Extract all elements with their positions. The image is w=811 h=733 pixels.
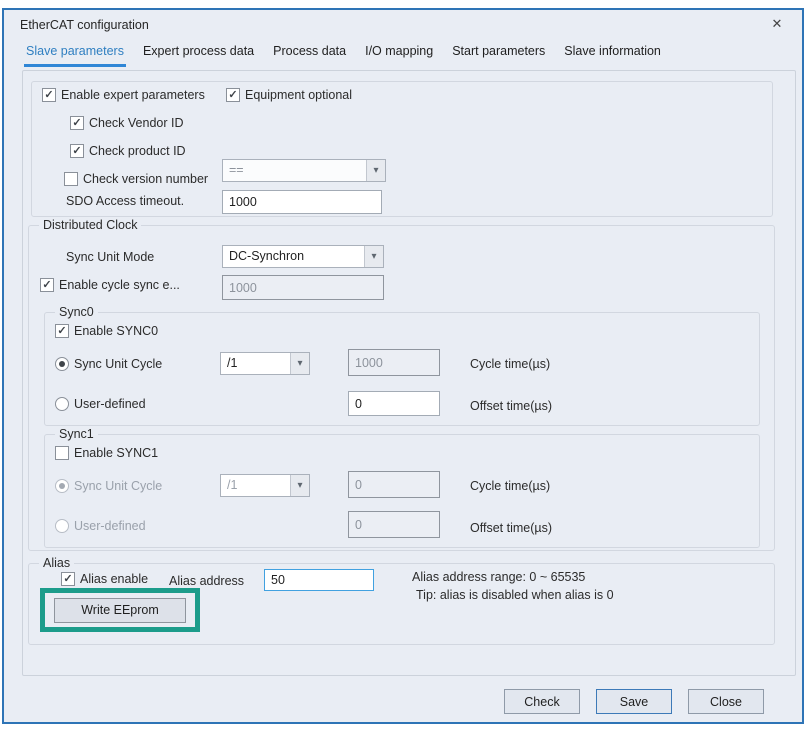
alias-address-input[interactable] [264,569,374,591]
sync1-cycle-time-label: Cycle time(µs) [470,479,550,493]
distributed-clock-group: Distributed Clock Sync Unit Mode DC-Sync… [28,225,775,551]
expert-parameters-group: ✓ Enable expert parameters ✓ Equipment o… [31,81,773,217]
sync1-title: Sync1 [55,427,98,441]
check-vendor-id-checkbox[interactable]: ✓ Check Vendor ID [70,116,184,130]
chevron-down-icon: ▾ [366,160,385,181]
save-button[interactable]: Save [596,689,672,714]
tab-start-parameters[interactable]: Start parameters [450,40,547,64]
alias-range-note: Alias address range: 0 ~ 65535 [412,570,585,584]
checkbox-checked: ✓ [55,324,69,338]
alias-tip-note: Tip: alias is disabled when alias is 0 [416,588,614,602]
enable-sync1-checkbox[interactable]: Enable SYNC1 [55,446,158,460]
check-button[interactable]: Check [504,689,580,714]
chevron-down-icon: ▾ [364,246,383,267]
check-icon: ✓ [228,90,237,101]
enable-cycle-sync-checkbox[interactable]: ✓ Enable cycle sync e... [40,278,180,292]
radio-selected-disabled [55,479,69,493]
check-product-id-checkbox[interactable]: ✓ Check product ID [70,144,186,158]
sync0-cycle-time-input [348,349,440,376]
alias-title: Alias [39,556,74,570]
sync1-divider-dropdown: /1 ▾ [220,474,310,497]
equipment-optional-checkbox[interactable]: ✓ Equipment optional [226,88,352,102]
checkbox-checked: ✓ [70,144,84,158]
title-bar: EtherCAT configuration ✕ [4,10,802,40]
checkbox-checked: ✓ [42,88,56,102]
ethercat-configuration-dialog: EtherCAT configuration ✕ Slave parameter… [2,8,804,724]
sync0-cycle-time-label: Cycle time(µs) [470,357,550,371]
tab-expert-process-data[interactable]: Expert process data [141,40,256,64]
tab-process-data[interactable]: Process data [271,40,348,64]
checkbox-checked: ✓ [61,572,75,586]
sync1-sync-unit-cycle-radio: Sync Unit Cycle [55,479,162,493]
sync1-offset-time-label: Offset time(µs) [470,521,552,535]
sync0-sync-unit-cycle-radio[interactable]: Sync Unit Cycle [55,357,162,371]
sync1-group: Sync1 Enable SYNC1 Sync Unit Cycle /1 ▾ … [44,434,760,548]
radio-unselected-disabled [55,519,69,533]
checkbox-checked: ✓ [70,116,84,130]
sync0-offset-time-input[interactable] [348,391,440,416]
checkbox-checked: ✓ [40,278,54,292]
sync1-user-defined-radio: User-defined [55,519,146,533]
footer-buttons: Check Save Close [504,689,764,714]
enable-sync0-checkbox[interactable]: ✓ Enable SYNC0 [55,324,158,338]
sync0-offset-time-label: Offset time(µs) [470,399,552,413]
sync-unit-mode-dropdown[interactable]: DC-Synchron ▾ [222,245,384,268]
alias-enable-checkbox[interactable]: ✓ Alias enable [61,572,148,586]
tab-io-mapping[interactable]: I/O mapping [363,40,435,64]
tab-slave-information[interactable]: Slave information [562,40,663,64]
sdo-access-timeout-label: SDO Access timeout. [66,194,184,208]
sync0-divider-dropdown[interactable]: /1 ▾ [220,352,310,375]
check-icon: ✓ [57,326,66,337]
check-version-number-checkbox[interactable]: Check version number [64,172,208,186]
content-panel: ✓ Enable expert parameters ✓ Equipment o… [22,70,796,676]
check-icon: ✓ [63,574,72,585]
tab-slave-parameters[interactable]: Slave parameters [24,40,126,67]
chevron-down-icon: ▾ [290,353,309,374]
radio-unselected [55,397,69,411]
write-eeprom-button[interactable]: Write EEprom [54,598,186,623]
sync0-group: Sync0 ✓ Enable SYNC0 Sync Unit Cycle /1 … [44,312,760,426]
write-eeprom-highlight: Write EEprom [40,588,200,632]
window-title: EtherCAT configuration [20,18,149,32]
check-icon: ✓ [72,146,81,157]
sync-unit-mode-label: Sync Unit Mode [66,250,154,264]
alias-address-label: Alias address [169,574,244,588]
alias-group: Alias ✓ Alias enable Alias address Write… [28,563,775,645]
radio-selected [55,357,69,371]
version-operator-dropdown[interactable]: == ▾ [222,159,386,182]
tab-bar: Slave parameters Expert process data Pro… [4,40,802,68]
cycle-sync-input [222,275,384,300]
check-icon: ✓ [44,90,53,101]
sync0-user-defined-radio[interactable]: User-defined [55,397,146,411]
chevron-down-icon: ▾ [290,475,309,496]
close-button[interactable]: Close [688,689,764,714]
check-icon: ✓ [42,280,51,291]
close-icon[interactable]: ✕ [766,10,788,40]
enable-expert-parameters-checkbox[interactable]: ✓ Enable expert parameters [42,88,205,102]
checkbox-unchecked [55,446,69,460]
check-icon: ✓ [72,118,81,129]
distributed-clock-title: Distributed Clock [39,218,141,232]
sync1-offset-time-input [348,511,440,538]
sync0-title: Sync0 [55,305,98,319]
sdo-access-timeout-input[interactable] [222,190,382,214]
checkbox-checked: ✓ [226,88,240,102]
sync1-cycle-time-input [348,471,440,498]
checkbox-unchecked [64,172,78,186]
